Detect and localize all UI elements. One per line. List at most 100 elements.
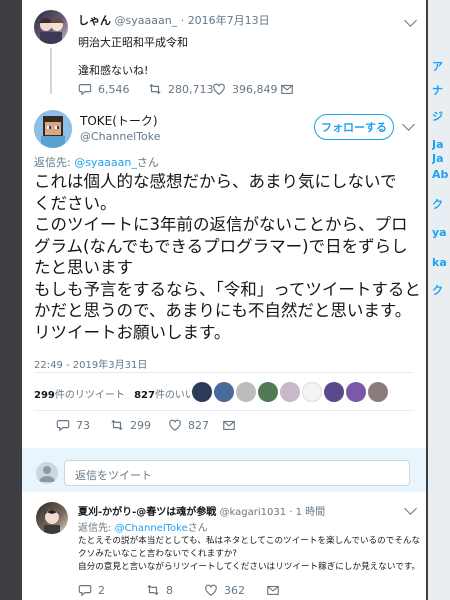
retweet-button[interactable]: 280,713 — [148, 82, 214, 96]
background-trends-column: ア ナ ジ Ja Ja Ab ク ya ka ク — [428, 0, 450, 600]
anime-boy-avatar-icon — [44, 510, 60, 534]
background-trend: Ja — [432, 138, 444, 151]
replying-to-suffix: さん — [136, 156, 159, 169]
background-trend: ジ — [432, 110, 443, 123]
heart-icon — [205, 584, 217, 596]
user-avatar-kagari[interactable] — [36, 502, 68, 534]
liker-avatar[interactable] — [236, 382, 256, 402]
background-trend: ク — [432, 284, 443, 297]
main-tweet-line: たと思います — [34, 258, 133, 277]
retweet-icon — [147, 584, 159, 596]
prior-tweet-text-line2: 違和感ないね! — [78, 64, 149, 77]
envelope-icon — [281, 84, 293, 94]
reply-time[interactable]: 1 時間 — [296, 507, 326, 518]
reply-icon — [56, 420, 70, 432]
retweet-count: 8 — [166, 583, 173, 597]
like-button[interactable]: 827 — [168, 418, 209, 432]
like-count: 396,849 — [232, 82, 278, 96]
liker-avatar[interactable] — [258, 382, 278, 402]
background-trend: ya — [432, 226, 447, 239]
liker-avatar[interactable] — [214, 382, 234, 402]
anime-girls-avatar-icon — [39, 18, 64, 44]
background-trend: ka — [432, 256, 447, 269]
liker-avatar[interactable] — [302, 382, 322, 402]
retweet-icon — [149, 83, 161, 95]
reply-input[interactable]: 返信をツイート — [64, 460, 410, 486]
like-count: 827 — [188, 418, 209, 432]
main-tweet-line: このツイートに3年前の返信がないことから、プロ — [34, 215, 408, 234]
reply-button[interactable]: 73 — [56, 418, 90, 432]
like-button[interactable]: 396,849 — [212, 82, 278, 96]
reply-count: 6,546 — [98, 82, 130, 96]
retweet-button[interactable]: 8 — [146, 583, 173, 597]
divider — [34, 410, 414, 411]
liker-avatar[interactable] — [280, 382, 300, 402]
background-trend: Ab — [432, 168, 448, 181]
default-user-icon — [39, 466, 55, 482]
chevron-down-icon[interactable] — [404, 502, 417, 515]
current-user-avatar[interactable] — [36, 462, 58, 484]
like-total[interactable]: 827 — [134, 390, 155, 401]
reply-icon — [78, 84, 92, 96]
user-avatar-syaaaan[interactable] — [34, 10, 68, 44]
replying-to-handle-link[interactable]: @syaaaan_ — [74, 156, 137, 169]
background-trend: ナ — [432, 84, 443, 97]
reply-button[interactable]: 2 — [78, 583, 105, 597]
divider — [34, 372, 414, 373]
reply-tweet-line: 自分の意見と言いながらリツイートしてくださいはリツイート稼ぎにしか見えないです。 — [78, 562, 421, 572]
background-trend: ク — [432, 198, 443, 211]
prior-tweet-text-line1: 明治大正昭和平成令和 — [78, 36, 188, 49]
follow-button[interactable]: フォローする — [314, 114, 394, 140]
direct-message-button[interactable] — [280, 82, 294, 96]
replying-to-suffix: さん — [187, 523, 208, 534]
retweet-count: 280,713 — [168, 82, 214, 96]
replying-to-prefix: 返信先: — [34, 156, 75, 169]
replying-to-prefix: 返信先: — [78, 523, 115, 534]
background-trend: ア — [432, 60, 443, 73]
like-count: 362 — [224, 583, 245, 597]
reply-tweet-text: たとえその説が本当だとしても、私はネタとしてこのツイートを楽しんでいるのでそんな… — [78, 535, 424, 574]
chevron-down-icon[interactable] — [404, 14, 417, 27]
reply-user-handle[interactable]: @kagari1031 — [220, 507, 287, 518]
thread-connector-line — [50, 48, 52, 94]
heart-icon — [213, 83, 225, 95]
reply-tweet-line: クソみたいなこと言わないでくれますか? — [78, 549, 237, 559]
retweet-total[interactable]: 299 — [34, 390, 55, 401]
main-tweet-text: これは個人的な感想だから、あまり気にしないで ください。 このツイートに3年前の… — [34, 171, 424, 343]
reply-user-name[interactable]: 夏刈-かがり-@春ツは魂が参戦 — [78, 507, 216, 518]
retweet-total-label[interactable]: 件のリツイート — [55, 390, 125, 401]
tweet-permalink-modal: しゃん @syaaaan_ · 2016年7月13日 明治大正昭和平成令和 違和… — [22, 0, 426, 600]
prior-user-name[interactable]: しゃん — [78, 14, 111, 27]
reply-count: 73 — [76, 418, 90, 432]
liker-avatar[interactable] — [368, 382, 388, 402]
replying-to-handle-link[interactable]: @ChannelToke — [115, 523, 188, 534]
minecraft-skin-avatar-icon — [34, 110, 72, 148]
background-trend: Ja — [432, 152, 444, 165]
main-tweet-line: もしも予言をするなら、「令和」ってツイートすると — [34, 279, 421, 299]
like-button[interactable]: 362 — [204, 583, 245, 597]
retweet-icon — [111, 419, 123, 431]
main-tweet-line: ください。 — [34, 193, 117, 213]
reply-button[interactable]: 6,546 — [78, 82, 130, 96]
engagement-stats: 299件のリツイート 827件のいいね — [34, 386, 205, 401]
main-user-name[interactable]: TOKE(トーク) — [80, 112, 158, 129]
main-tweet-line: グラム(なんでもできるプログラマー)で日をずらし — [34, 236, 408, 256]
main-user-handle[interactable]: @ChannelToke — [80, 130, 161, 143]
user-avatar-toke[interactable] — [34, 110, 72, 148]
liker-avatar[interactable] — [192, 382, 212, 402]
reply-replying-to: 返信先: @ChannelTokeさん — [78, 519, 208, 534]
tweet-timestamp[interactable]: 22:49 - 2019年3月31日 — [34, 356, 147, 371]
direct-message-button[interactable] — [222, 418, 236, 432]
reply-count: 2 — [98, 583, 105, 597]
chevron-down-icon[interactable] — [402, 118, 415, 131]
retweet-button[interactable]: 299 — [110, 418, 151, 432]
prior-tweet-date[interactable]: 2016年7月13日 — [188, 14, 270, 27]
main-tweet-line: リツイートお願いします。 — [34, 322, 231, 342]
prior-user-handle[interactable]: @syaaaan_ — [115, 14, 178, 27]
reply-icon — [78, 585, 92, 597]
envelope-icon — [223, 420, 235, 430]
liker-avatar[interactable] — [324, 382, 344, 402]
retweet-count: 299 — [130, 418, 151, 432]
liker-avatar[interactable] — [346, 382, 366, 402]
direct-message-button[interactable] — [266, 583, 280, 597]
